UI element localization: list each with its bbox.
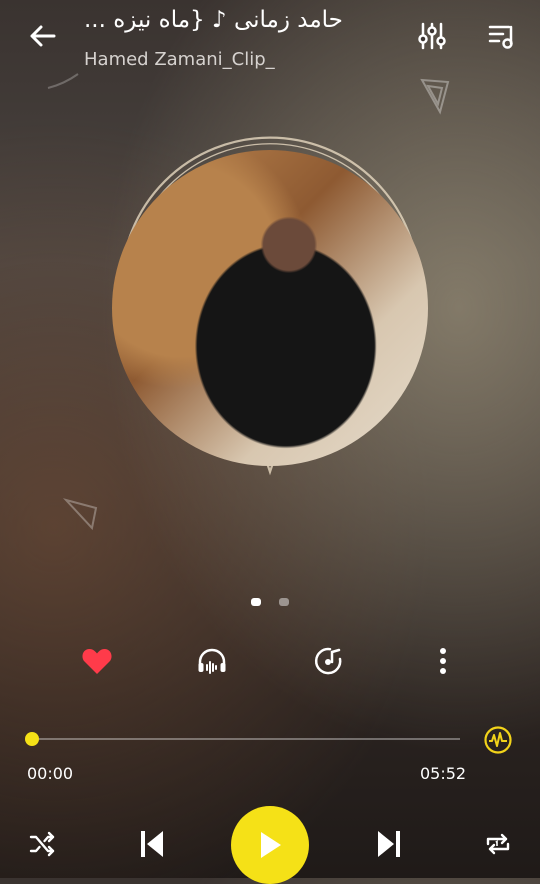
ringtone-button[interactable] <box>307 640 349 682</box>
more-options-button[interactable] <box>424 640 462 682</box>
repeat-one-icon <box>486 833 510 855</box>
more-vertical-icon <box>440 648 446 674</box>
skip-previous-icon <box>141 831 163 857</box>
play-icon <box>261 832 281 858</box>
decoration-triangle <box>62 498 98 531</box>
shuffle-icon <box>29 831 55 857</box>
equalizer-button[interactable] <box>412 18 452 54</box>
favorite-button[interactable] <box>76 640 118 682</box>
arrow-left-icon <box>30 25 56 47</box>
disc-note-icon <box>314 647 342 675</box>
total-duration: 05:52 <box>420 764 467 783</box>
track-title: حامد زمانی ♪ {ماه نیزه ... <box>84 7 343 33</box>
waveform-icon <box>484 726 512 754</box>
heart-icon <box>82 649 112 674</box>
queue-button[interactable] <box>482 18 522 54</box>
album-art <box>112 150 428 466</box>
play-button[interactable] <box>231 806 309 884</box>
artist-name: Hamed Zamani_Clip_ <box>84 49 275 70</box>
seek-bar[interactable] <box>32 738 460 740</box>
skip-next-icon <box>378 831 400 857</box>
pager-dot[interactable] <box>279 598 289 606</box>
headphones-icon <box>198 648 226 674</box>
visualizer-button[interactable] <box>480 722 516 758</box>
back-button[interactable] <box>22 18 62 54</box>
next-button[interactable] <box>371 824 407 864</box>
elapsed-time: 00:00 <box>27 764 74 783</box>
seek-bar-thumb[interactable] <box>25 732 39 746</box>
previous-button[interactable] <box>134 824 170 864</box>
decoration-stroke <box>47 73 79 89</box>
repeat-button[interactable] <box>480 826 516 862</box>
decoration-triangle <box>420 78 450 115</box>
pager-dot-active[interactable] <box>251 598 261 606</box>
shuffle-button[interactable] <box>24 826 60 862</box>
equalizer-icon <box>418 22 446 50</box>
playlist-icon <box>488 25 513 49</box>
headphones-button[interactable] <box>191 640 233 682</box>
